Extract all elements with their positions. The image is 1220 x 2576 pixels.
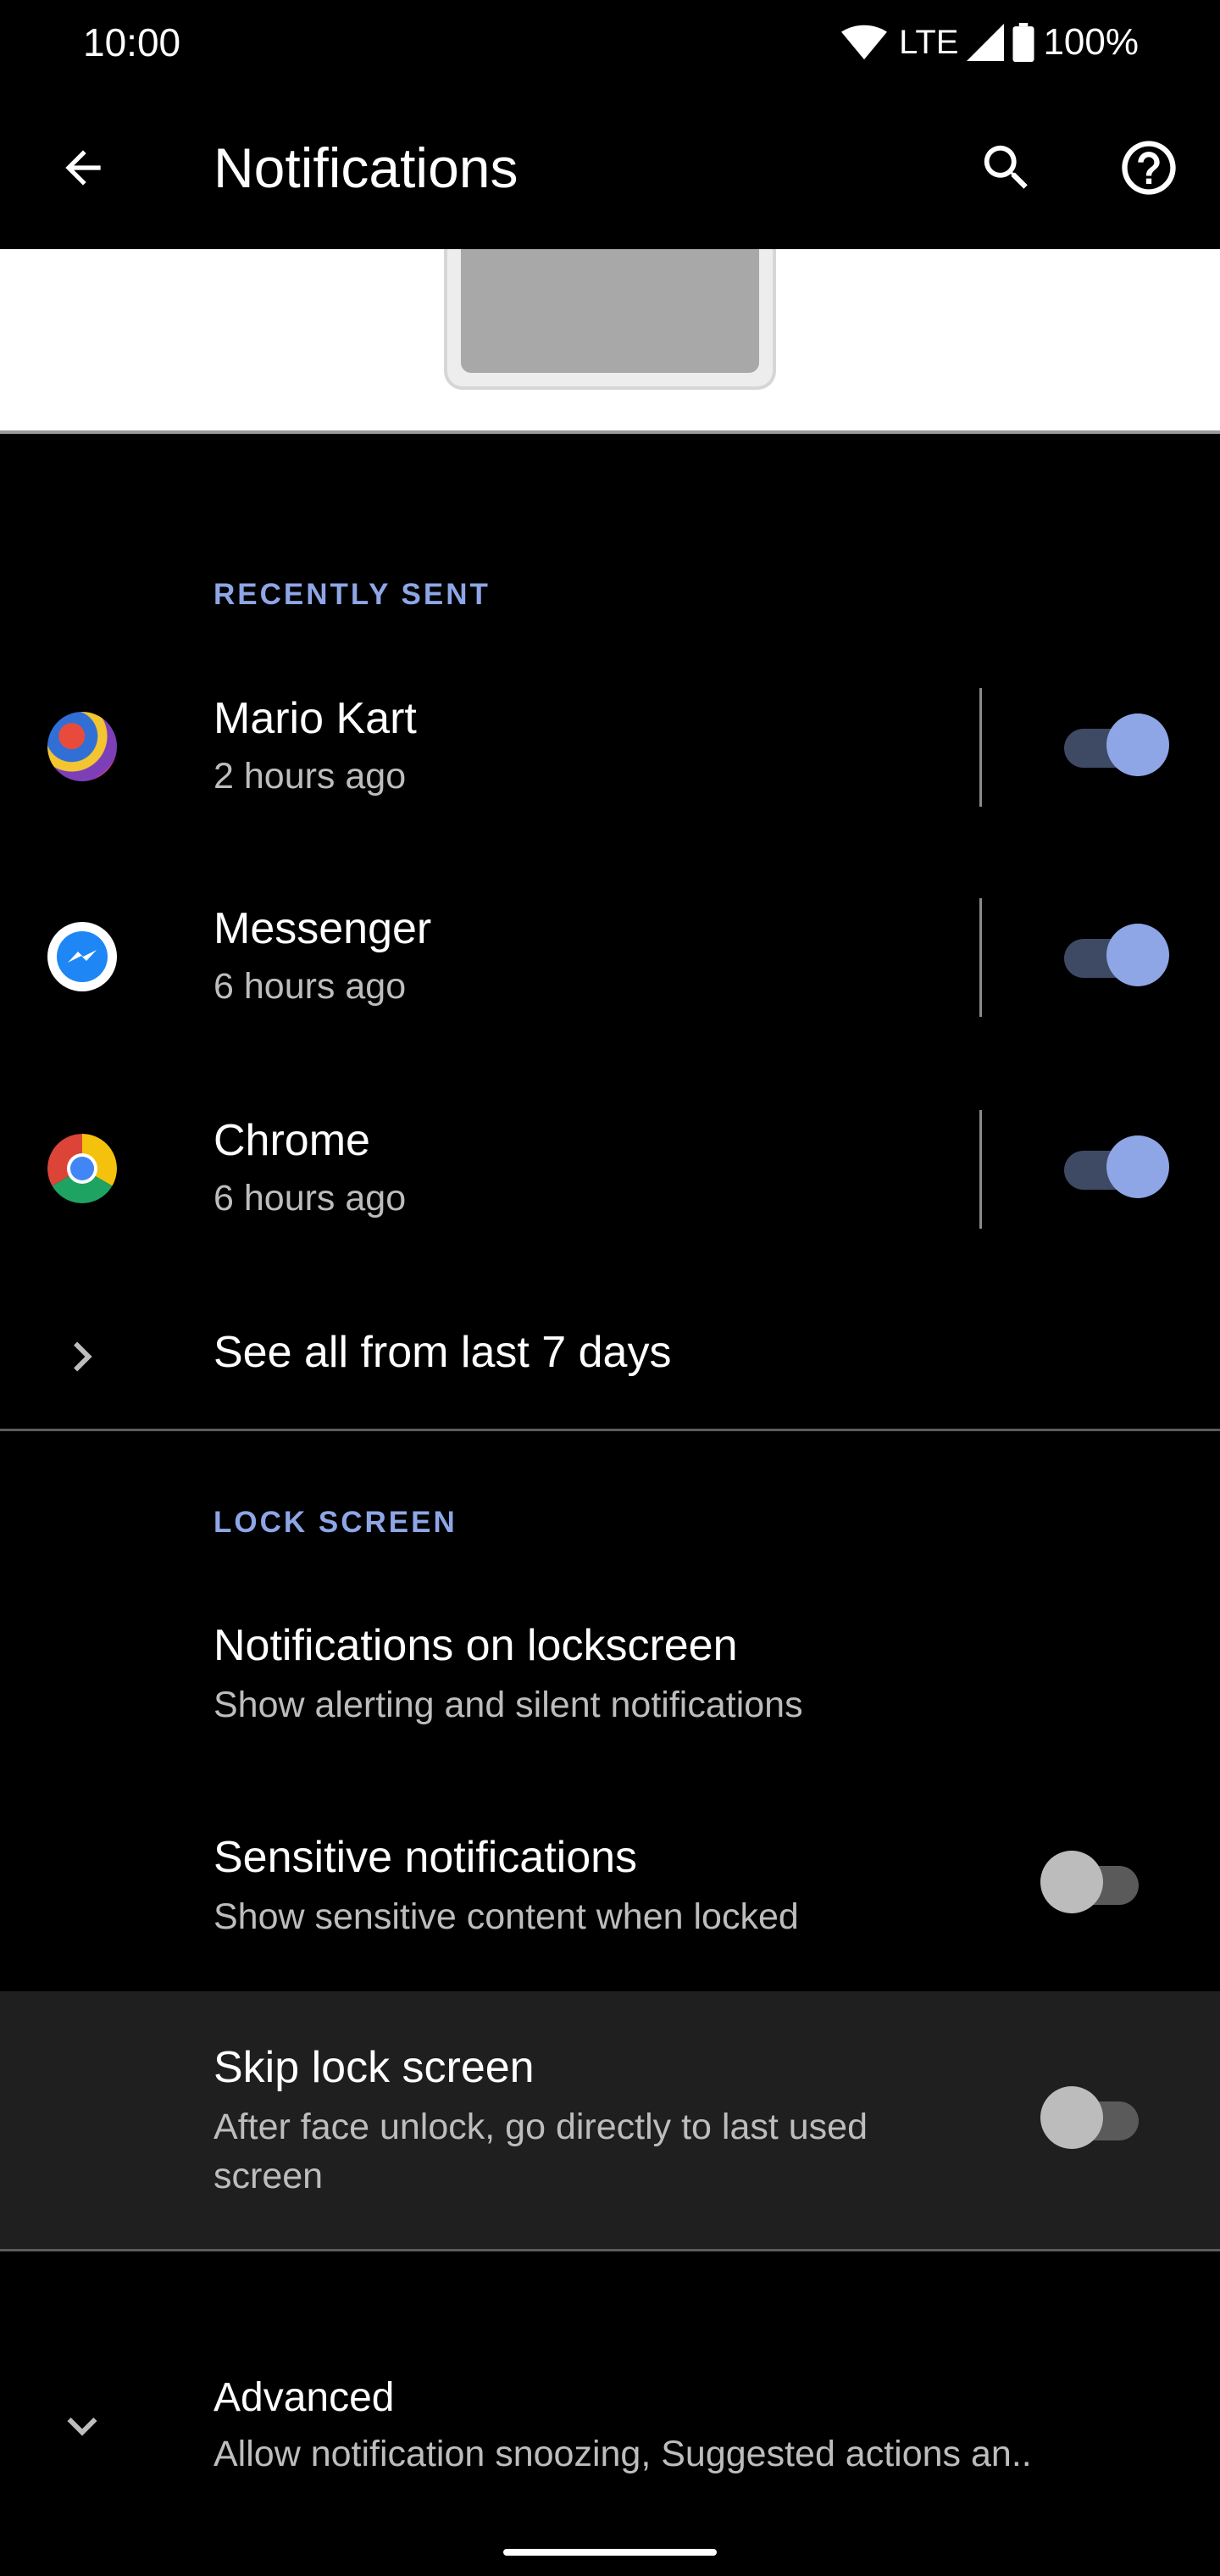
app-last-sent: 2 hours ago (214, 756, 407, 797)
toggle-thumb (1040, 2086, 1103, 2149)
app-row-mario-kart[interactable] (0, 669, 1220, 820)
wifi-icon (841, 25, 888, 60)
cellular-signal-icon (967, 24, 1005, 61)
status-time: 10:00 (83, 20, 181, 64)
advanced-title: Advanced (214, 2375, 395, 2420)
home-indicator[interactable] (503, 2549, 717, 2556)
back-button[interactable] (41, 125, 125, 210)
setting-title: Skip lock screen (214, 2043, 535, 2092)
section-header-lock-screen: LOCK SCREEN (214, 1506, 458, 1539)
status-icons: LTE 100% (841, 19, 1139, 66)
section-divider (0, 2249, 1220, 2251)
see-all-link[interactable]: See all from last 7 days (214, 1327, 671, 1378)
battery-percent: 100% (1043, 21, 1139, 63)
app-name: Messenger (214, 904, 432, 953)
toggle-thumb (1106, 713, 1169, 776)
skip-lock-screen-toggle[interactable] (1040, 2086, 1149, 2154)
advanced-summary: Allow notification snoozing, Suggested a… (214, 2434, 1032, 2474)
toggle-thumb (1106, 1135, 1169, 1198)
section-header-recently-sent: RECENTLY SENT (214, 578, 491, 611)
app-row-messenger[interactable] (0, 881, 1220, 1032)
sensitive-notifications-toggle[interactable] (1040, 1851, 1149, 1918)
app-name: Chrome (214, 1116, 370, 1165)
row-divider (979, 1110, 982, 1229)
toggle-thumb (1106, 924, 1169, 986)
chrome-app-icon (47, 1134, 117, 1203)
row-divider (979, 898, 982, 1017)
phone-preview-screen (461, 249, 759, 373)
mario-kart-app-icon (47, 712, 117, 781)
help-button[interactable] (1106, 125, 1191, 210)
app-last-sent: 6 hours ago (214, 1178, 407, 1219)
search-icon (984, 145, 1028, 189)
page-title: Notifications (214, 136, 518, 199)
arrow-back-icon (65, 150, 101, 186)
chrome-notifications-toggle[interactable] (1064, 1135, 1169, 1203)
app-row-chrome[interactable] (0, 1093, 1220, 1244)
search-button[interactable] (964, 125, 1049, 210)
network-type: LTE (899, 23, 959, 61)
setting-title: Notifications on lockscreen (214, 1621, 738, 1670)
messenger-notifications-toggle[interactable] (1064, 924, 1169, 991)
row-divider (979, 688, 982, 807)
toggle-thumb (1040, 1851, 1103, 1913)
help-icon (1122, 141, 1176, 195)
setting-summary: Show sensitive content when locked (214, 1896, 799, 1937)
setting-summary: Show alerting and silent notifications (214, 1685, 803, 1725)
chevron-right-icon (53, 1327, 112, 1386)
mario-kart-notifications-toggle[interactable] (1064, 713, 1169, 781)
setting-summary-line-1: After face unlock, go directly to last u… (214, 2107, 868, 2147)
setting-title: Sensitive notifications (214, 1833, 638, 1882)
section-divider (0, 1429, 1220, 1431)
messenger-app-icon (47, 922, 117, 991)
chevron-down-icon (53, 2396, 112, 2456)
app-last-sent: 6 hours ago (214, 966, 407, 1007)
app-name: Mario Kart (214, 694, 417, 743)
setting-summary-line-2: screen (214, 2156, 324, 2196)
battery-icon (1012, 23, 1034, 62)
